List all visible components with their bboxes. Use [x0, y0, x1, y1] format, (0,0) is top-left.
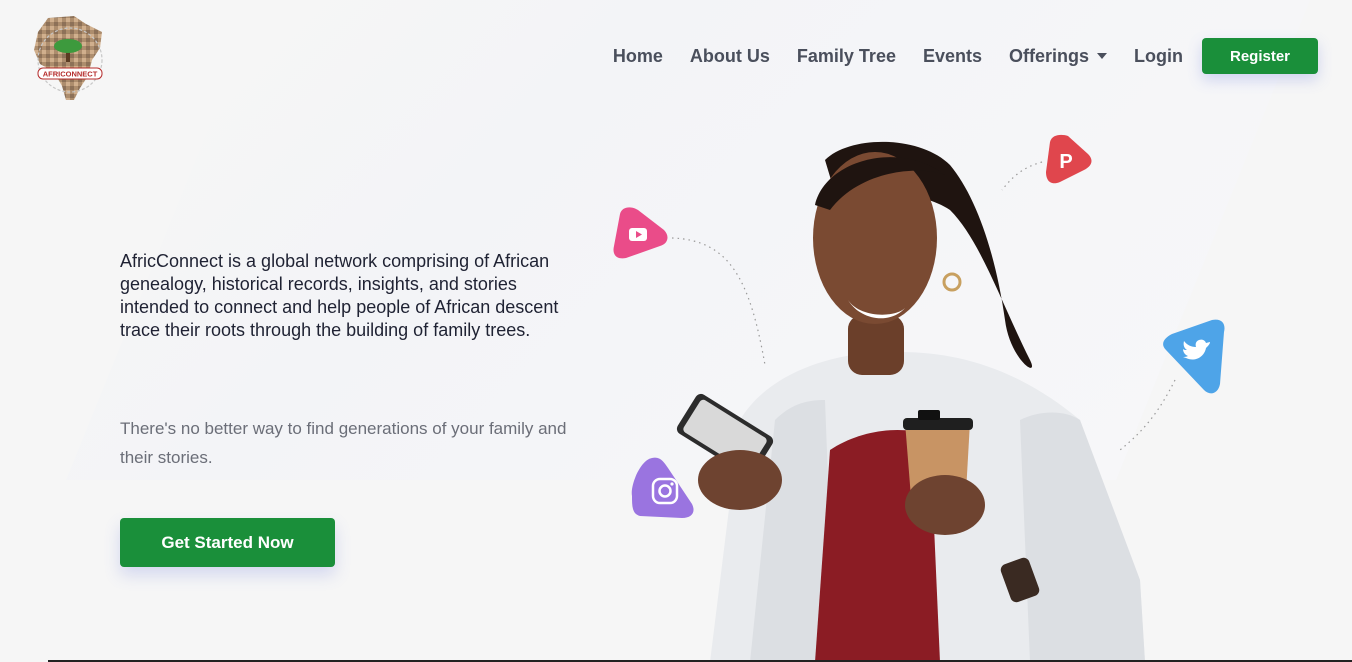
instagram-icon: [631, 457, 694, 518]
nav-login-link[interactable]: Login: [1134, 46, 1183, 67]
nav-offerings-label: Offerings: [1009, 45, 1090, 66]
hero-intro-text: AfricConnect is a global network compris…: [120, 251, 559, 340]
svg-text:AFRICONNECT: AFRICONNECT: [43, 70, 98, 79]
nav-events-link[interactable]: Events: [923, 46, 982, 67]
main-nav: Home About Us Family Tree Events Offerin…: [613, 38, 1318, 74]
youtube-icon: [613, 207, 668, 259]
twitter-icon: [1163, 319, 1225, 394]
get-started-button[interactable]: Get Started Now: [120, 518, 335, 567]
nav-home-link[interactable]: Home: [613, 46, 663, 67]
woman-figure: [676, 141, 1145, 662]
svg-text:P: P: [1059, 151, 1072, 173]
register-button[interactable]: Register: [1202, 38, 1318, 74]
nav-offerings-dropdown[interactable]: Offerings: [1009, 45, 1108, 67]
chevron-down-icon: [1097, 53, 1108, 59]
pinterest-icon: P: [1046, 134, 1092, 184]
africonnect-logo[interactable]: AFRICONNECT: [30, 14, 108, 102]
hero-subtext: There's no better way to find generation…: [120, 419, 567, 467]
nav-family-tree-link[interactable]: Family Tree: [797, 46, 896, 67]
hero-illustration: P: [613, 134, 1225, 662]
nav-about-link[interactable]: About Us: [690, 46, 770, 67]
